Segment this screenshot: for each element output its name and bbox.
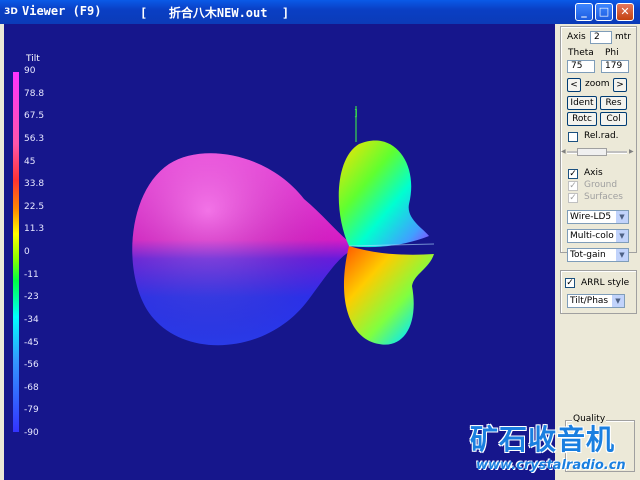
watermark-url: www.crystalradio.cn	[476, 458, 626, 473]
tilt-select-value: Tilt/Phas	[570, 296, 609, 306]
axis-check-label: Axis	[584, 168, 603, 178]
arrl-label: ARRL style	[581, 278, 630, 288]
theta-input[interactable]: 75	[567, 60, 595, 73]
3d-plot-area[interactable]: Tilt 90 78.8 67.5 56.3 45 33.8 22.5 11.3 0 -11 -23…	[4, 24, 555, 480]
axis-length-input[interactable]: 2	[590, 31, 612, 44]
radiation-pattern: ]	[132, 106, 435, 346]
phi-label: Phi	[605, 48, 619, 58]
relrad-checkbox[interactable]	[568, 132, 578, 142]
slider-right-arrow-icon[interactable]: ▶	[629, 148, 634, 155]
col-button[interactable]: Col	[600, 112, 627, 126]
res-button[interactable]: Res	[600, 96, 627, 110]
color-mode-select[interactable]: Multi-colo ▼	[567, 229, 629, 243]
slider-left-arrow-icon[interactable]: ◀	[561, 148, 566, 155]
watermark-text: 矿石收音机	[470, 423, 616, 456]
zoom-in-button[interactable]: >	[613, 78, 627, 92]
window-title: Viewer (F9)	[22, 4, 102, 18]
relrad-label: Rel.rad.	[584, 131, 619, 141]
theta-label: Theta	[568, 48, 594, 58]
axis-label: Axis	[567, 32, 586, 42]
relrad-slider[interactable]: ◀ ▶	[561, 148, 634, 156]
tilt-select[interactable]: Tilt/Phas ▼	[567, 294, 625, 308]
3d-icon[interactable]: 3D	[4, 5, 18, 19]
viewer-window: 3D Viewer (F9) [ 折合八木NEW.out ] _ □ ✕ Til…	[0, 0, 640, 480]
svg-text:]: ]	[354, 109, 358, 119]
gain-select[interactable]: Tot-gain ▼	[567, 248, 629, 262]
file-title: [ 折合八木NEW.out ]	[140, 6, 290, 20]
chevron-down-icon[interactable]: ▼	[616, 230, 628, 242]
arrl-checkbox[interactable]: ✓	[565, 278, 575, 288]
rotc-button[interactable]: Rotc	[567, 112, 597, 126]
slider-thumb[interactable]	[577, 148, 607, 156]
axis-unit-label: mtr	[615, 32, 631, 42]
color-mode-value: Multi-colo	[570, 231, 614, 241]
gain-select-value: Tot-gain	[570, 250, 606, 260]
ground-label: Ground	[584, 180, 618, 190]
title-bar[interactable]: 3D Viewer (F9) [ 折合八木NEW.out ] _ □ ✕	[0, 0, 640, 24]
chevron-down-icon[interactable]: ▼	[616, 211, 628, 223]
zoom-out-button[interactable]: <	[567, 78, 581, 92]
maximize-button[interactable]: □	[595, 3, 613, 21]
control-panel: Axis 2 mtr Theta Phi 75 179 < zoom > Ide…	[557, 24, 640, 480]
surfaces-checkbox: ✓	[568, 193, 578, 203]
phi-input[interactable]: 179	[601, 60, 629, 73]
wire-select-value: Wire-LD5	[570, 212, 612, 222]
chevron-down-icon[interactable]: ▼	[612, 295, 624, 307]
ground-checkbox: ✓	[568, 181, 578, 191]
close-button[interactable]: ✕	[616, 3, 634, 21]
axis-checkbox[interactable]: ✓	[568, 169, 578, 179]
surfaces-label: Surfaces	[584, 192, 623, 202]
ident-button[interactable]: Ident	[567, 96, 597, 110]
wire-select[interactable]: Wire-LD5 ▼	[567, 210, 629, 224]
minimize-button[interactable]: _	[575, 3, 593, 21]
chevron-down-icon[interactable]: ▼	[616, 249, 628, 261]
zoom-label: zoom	[585, 79, 610, 89]
